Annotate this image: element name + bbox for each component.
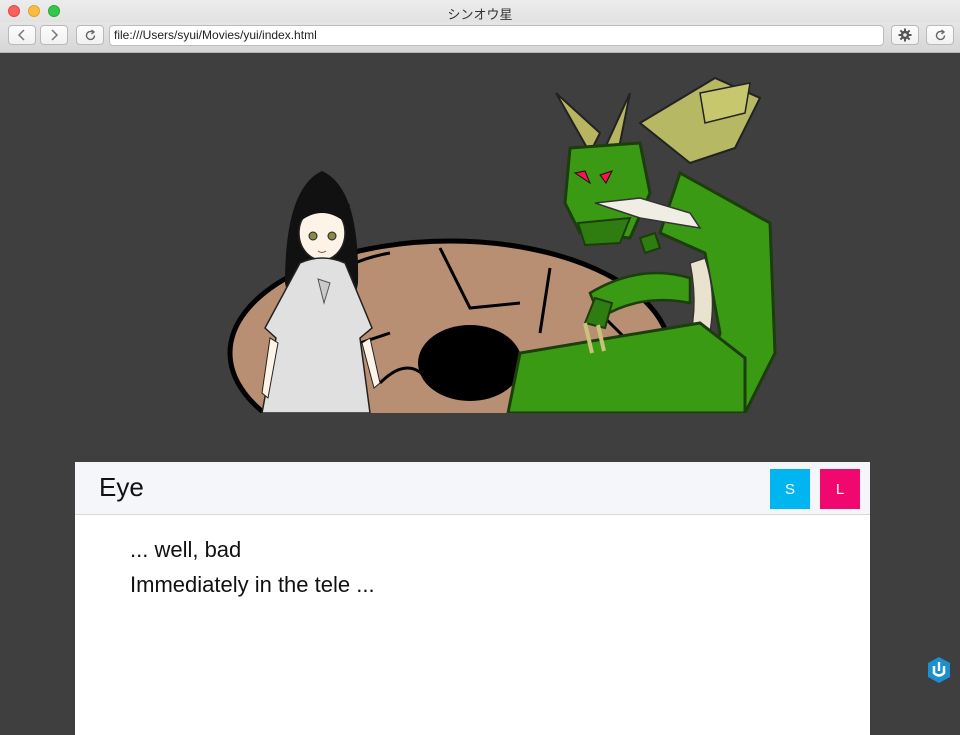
refresh-icon [935,28,945,40]
forward-icon [51,29,59,41]
load-button[interactable]: L [820,469,860,509]
dialog-header: Eye S L [75,462,870,515]
forward-button[interactable] [40,25,68,45]
refresh-button[interactable] [926,25,954,45]
settings-button[interactable] [891,25,919,45]
save-button[interactable]: S [770,469,810,509]
back-icon [17,29,25,41]
gear-icon [898,28,912,42]
game-stage[interactable]: Eye S L ... well, bad Immediately in the… [0,53,960,735]
dragon [506,76,777,413]
app-logo-icon[interactable] [925,655,953,685]
back-button[interactable] [8,25,36,45]
dialog-line: Immediately in the tele ... [130,572,375,597]
browser-toolbar: file:///Users/syui/Movies/yui/index.html [0,22,960,53]
dialog-box[interactable]: Eye S L ... well, bad Immediately in the… [75,462,870,735]
address-bar[interactable]: file:///Users/syui/Movies/yui/index.html [109,25,884,46]
reload-icon [85,28,95,40]
title-bar: シンオウ星 [0,0,960,22]
scene-illustration [227,76,777,413]
window-title: シンオウ星 [447,7,513,22]
speaker-name: Eye [99,472,144,502]
dialog-line: ... well, bad [130,537,242,562]
reload-button[interactable] [76,25,104,45]
